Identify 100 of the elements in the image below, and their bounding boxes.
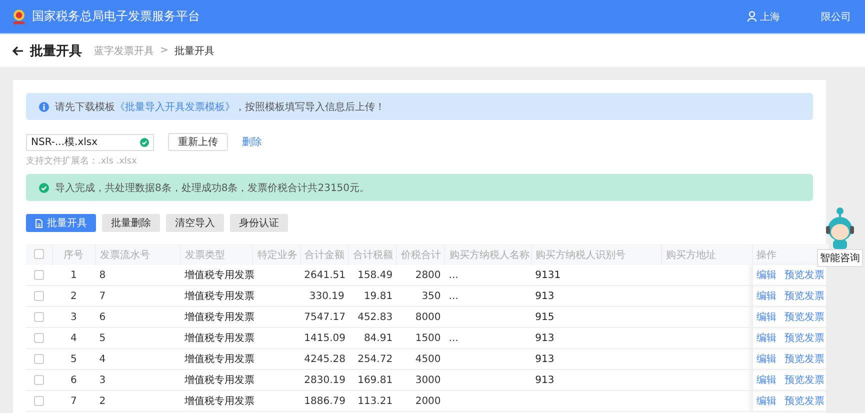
table-cell: 9131 xyxy=(535,270,561,280)
edit-link[interactable]: 编辑 xyxy=(756,396,777,407)
delete-link[interactable]: 删除 xyxy=(242,135,262,149)
reupload-button[interactable]: 重新上传 xyxy=(168,133,228,151)
table-cell: 113.21 xyxy=(358,396,393,406)
template-link[interactable]: 《批量导入开具发票模板》 xyxy=(115,102,235,112)
row-checkbox[interactable] xyxy=(34,374,44,385)
action-button[interactable]: 清空导入 xyxy=(166,214,224,232)
breadcrumb-link[interactable]: 蓝字发票开具 xyxy=(94,44,154,58)
edit-link[interactable]: 编辑 xyxy=(756,312,777,323)
table-cell: 4500 xyxy=(415,354,441,364)
table-cell: 5 xyxy=(70,354,77,364)
column-header: 合计税额 xyxy=(352,250,393,260)
column-header: 操作 xyxy=(756,250,777,260)
app-title: 国家税务总局电子发票服务平台 xyxy=(32,8,200,25)
table-cell: 2800 xyxy=(415,270,441,280)
table-cell: 2000 xyxy=(415,396,441,406)
info-icon xyxy=(39,102,49,112)
edit-link[interactable]: 编辑 xyxy=(756,291,777,302)
table-cell: 1415.09 xyxy=(304,332,346,344)
table-cell: 1 xyxy=(70,270,77,280)
table-cell: 2830.19 xyxy=(304,374,346,386)
edit-link[interactable]: 编辑 xyxy=(756,354,777,365)
column-header: 购买方地址 xyxy=(666,250,716,260)
preview-link[interactable]: 预览发票 xyxy=(784,270,825,281)
back-button[interactable] xyxy=(12,46,24,56)
table-cell: 3000 xyxy=(415,374,441,386)
row-checkbox[interactable] xyxy=(34,332,44,343)
table-cell: 6 xyxy=(70,374,77,386)
row-checkbox[interactable] xyxy=(34,270,44,280)
table-cell: 158.49 xyxy=(358,270,393,280)
table-cell: 915 xyxy=(535,312,554,322)
edit-link[interactable]: 编辑 xyxy=(756,375,777,386)
file-hint: 支持文件扩展名：.xls .xlsx xyxy=(26,155,138,168)
table-cell: 增值税专用发票 xyxy=(184,354,255,365)
table-cell: 4 xyxy=(99,354,106,364)
preview-link[interactable]: 预览发票 xyxy=(784,333,825,344)
assistant-label[interactable]: 智能咨询 xyxy=(817,249,863,267)
breadcrumb-current: 批量开具 xyxy=(174,44,214,58)
table-cell: 19.81 xyxy=(364,290,393,302)
table-cell: 913 xyxy=(535,290,554,302)
table-cell: 增值税专用发票 xyxy=(184,375,255,386)
preview-link[interactable]: 预览发票 xyxy=(784,312,825,323)
action-button[interactable]: 批量删除 xyxy=(102,214,160,232)
table-cell: 3 xyxy=(70,312,77,322)
result-text: 导入完成，共处理数据8条，处理成功8条，发票价税合计共23150元。 xyxy=(55,182,370,194)
preview-link[interactable]: 预览发票 xyxy=(784,375,825,386)
action-button[interactable]: 身份认证 xyxy=(230,214,288,232)
column-header: 发票流水号 xyxy=(100,250,150,260)
table-cell: 2 xyxy=(99,396,106,406)
table-cell: 1500 xyxy=(415,332,441,344)
preview-link[interactable]: 预览发票 xyxy=(784,354,825,365)
table-cell: 增值税专用发票 xyxy=(184,396,255,407)
row-checkbox[interactable] xyxy=(34,312,44,322)
notice-text: 请先下载模板《批量导入开具发票模板》，按照模板填写导入信息后上传！ xyxy=(55,100,385,114)
table-cell: 169.81 xyxy=(358,374,393,386)
breadcrumb-separator: > xyxy=(160,45,168,56)
table-cell: 7 xyxy=(70,396,77,406)
table-cell: 6 xyxy=(99,312,106,322)
table-cell: 913 xyxy=(535,332,554,344)
table-cell: 7547.17 xyxy=(304,312,346,322)
success-icon xyxy=(39,182,49,192)
table-cell: 913 xyxy=(535,374,554,386)
table-cell: 452.83 xyxy=(358,312,393,322)
column-header: 购买方纳税人名称 xyxy=(449,250,530,260)
table-cell: 1886.79 xyxy=(304,396,346,406)
select-all-checkbox[interactable] xyxy=(34,249,44,260)
column-header: 序号 xyxy=(64,250,84,260)
table-cell: 7 xyxy=(99,290,106,302)
mascot-drawing xyxy=(823,207,857,249)
table-cell: ... xyxy=(448,290,458,302)
table-cell: 8000 xyxy=(415,312,441,322)
column-header: 合计金额 xyxy=(304,250,345,260)
preview-link[interactable]: 预览发票 xyxy=(784,291,825,302)
table-cell: 2 xyxy=(70,290,77,302)
table-cell: 增值税专用发票 xyxy=(184,333,255,344)
table-cell: ... xyxy=(448,270,458,280)
table-cell: 增值税专用发票 xyxy=(184,312,255,323)
edit-link[interactable]: 编辑 xyxy=(756,270,777,281)
table-cell: 84.91 xyxy=(364,332,393,344)
row-checkbox[interactable] xyxy=(34,396,44,406)
table-cell: 913 xyxy=(535,354,554,364)
table-cell: 5 xyxy=(99,332,106,344)
column-header: 购买方纳税人识别号 xyxy=(536,250,626,260)
file-field[interactable]: NSR-...模.xlsx xyxy=(26,134,154,150)
table-cell: 350 xyxy=(422,290,441,302)
column-header: 价税合计 xyxy=(401,250,442,260)
row-checkbox[interactable] xyxy=(34,290,44,301)
user-icon xyxy=(747,11,757,22)
document-icon xyxy=(35,218,43,228)
table-cell: 3 xyxy=(99,374,106,386)
row-checkbox[interactable] xyxy=(34,354,44,364)
edit-link[interactable]: 编辑 xyxy=(756,333,777,344)
column-header: 特定业务 xyxy=(257,250,298,260)
column-header: 发票类型 xyxy=(185,250,226,260)
user-name[interactable]: 上海 xyxy=(760,10,780,24)
preview-link[interactable]: 预览发票 xyxy=(784,396,825,407)
table-cell: 8 xyxy=(99,270,106,280)
page-title: 批量开具 xyxy=(30,42,82,60)
batch-issue-button[interactable]: 批量开具 xyxy=(26,214,96,232)
